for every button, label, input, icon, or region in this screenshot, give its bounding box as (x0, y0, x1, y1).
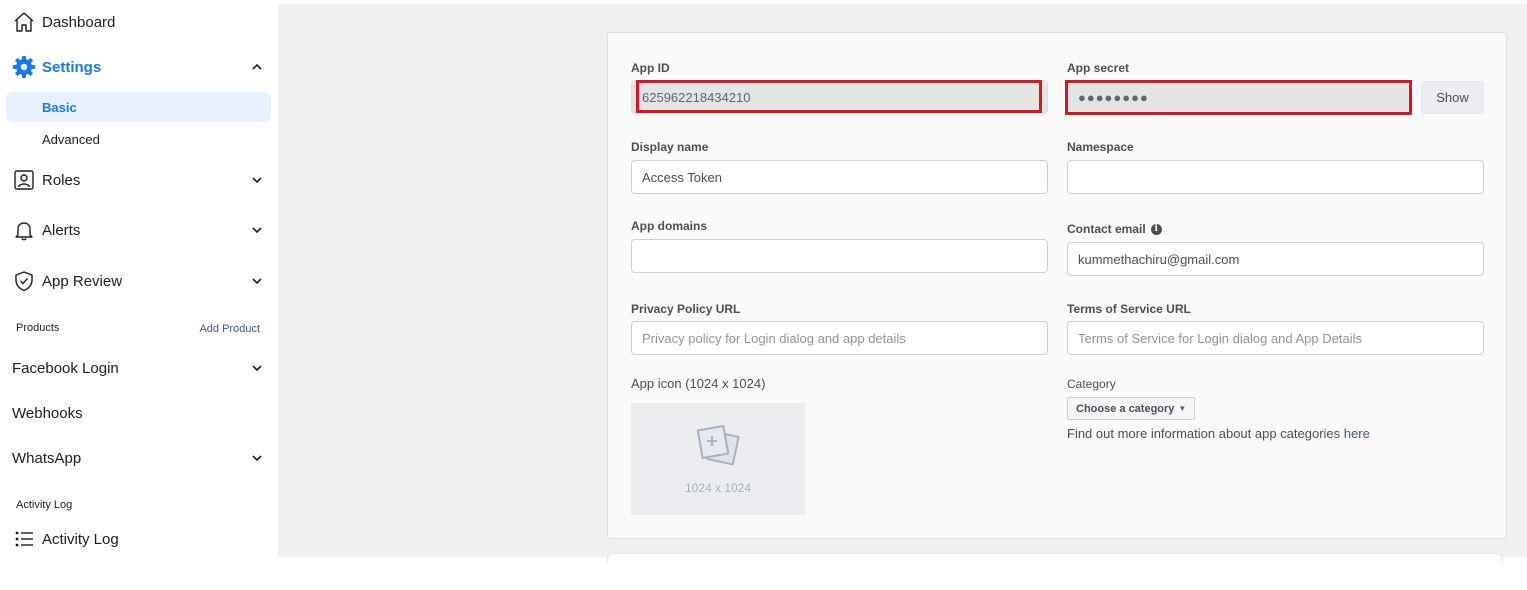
app-domains-field[interactable] (631, 239, 1048, 273)
chevron-down-icon[interactable] (250, 274, 264, 288)
category-help-link[interactable]: here (1344, 426, 1370, 441)
nav-app-review[interactable]: App Review (12, 265, 264, 297)
app-secret-label: App secret (1067, 61, 1130, 75)
app-icon-upload[interactable]: 1024 x 1024 (631, 403, 805, 515)
basic-settings-card: App ID 625962218434210 App secret ●●●●●●… (607, 32, 1507, 539)
contact-email-label-row: Contact email i (1067, 222, 1162, 236)
contact-email-label: Contact email (1067, 222, 1146, 236)
nav-whatsapp-label: WhatsApp (12, 449, 82, 467)
category-help-text: Find out more information about app cate… (1067, 426, 1344, 441)
display-name-field[interactable]: Access Token (631, 160, 1048, 194)
display-name-label: Display name (631, 140, 709, 154)
nav-webhooks-label: Webhooks (12, 404, 83, 422)
app-domains-label: App domains (631, 219, 708, 233)
app-icon-label: App icon (1024 x 1024) (631, 376, 766, 391)
nav-activity-log-label: Activity Log (42, 530, 119, 548)
show-secret-button[interactable]: Show (1421, 81, 1484, 114)
nav-alerts-label: Alerts (42, 221, 81, 239)
sidebar-item-advanced[interactable]: Advanced (6, 124, 271, 154)
gear-icon (12, 55, 36, 79)
next-section-card (607, 553, 1503, 563)
chevron-down-icon[interactable] (250, 451, 264, 465)
category-select-label: Choose a category (1076, 402, 1175, 415)
app-id-field[interactable]: 625962218434210 (631, 80, 1048, 114)
main-content: App ID 625962218434210 App secret ●●●●●●… (278, 4, 1527, 563)
chevron-down-icon[interactable] (250, 223, 264, 237)
add-product-link[interactable]: Add Product (199, 323, 260, 335)
app-icon-dimensions: 1024 x 1024 (684, 480, 752, 495)
shield-check-icon (12, 269, 36, 293)
chevron-down-icon[interactable] (250, 173, 264, 187)
caret-down-icon: ▼ (1178, 404, 1187, 413)
list-icon (12, 527, 36, 551)
category-select[interactable]: Choose a category ▼ (1067, 397, 1196, 420)
nav-app-review-label: App Review (42, 272, 123, 290)
nav-roles-label: Roles (42, 171, 81, 189)
info-icon[interactable]: i (1150, 223, 1162, 235)
nav-dashboard-label: Dashboard (42, 13, 116, 31)
roles-icon (12, 168, 36, 192)
add-photo-icon (692, 424, 744, 475)
nav-facebook-login[interactable]: Facebook Login (12, 352, 264, 384)
chevron-down-icon[interactable] (250, 361, 264, 375)
nav-facebook-login-label: Facebook Login (12, 359, 119, 377)
bell-icon (12, 218, 36, 242)
privacy-policy-field[interactable] (631, 321, 1048, 355)
category-help: Find out more information about app cate… (1067, 426, 1370, 441)
activity-section-label: Activity Log (16, 499, 73, 511)
namespace-field[interactable] (1067, 160, 1484, 194)
nav-activity-log[interactable]: Activity Log (12, 523, 264, 555)
nav-alerts[interactable]: Alerts (12, 214, 264, 246)
contact-email-field[interactable]: kummethachiru@gmail.com (1067, 242, 1484, 276)
sidebar: Dashboard Settings Basic Advanced Roles … (0, 0, 278, 590)
namespace-label: Namespace (1067, 140, 1134, 154)
home-icon (12, 10, 36, 34)
nav-settings-label: Settings (42, 58, 102, 76)
nav-webhooks[interactable]: Webhooks (12, 397, 264, 429)
app-secret-field[interactable]: ●●●●●●●● (1067, 80, 1410, 114)
nav-dashboard[interactable]: Dashboard (12, 6, 264, 38)
terms-of-service-label: Terms of Service URL (1067, 302, 1191, 316)
app-id-label: App ID (631, 61, 670, 75)
products-section-label: Products (16, 322, 60, 334)
nav-settings[interactable]: Settings (12, 51, 264, 83)
category-label: Category (1067, 377, 1116, 391)
privacy-policy-label: Privacy Policy URL (631, 302, 741, 316)
chevron-up-icon[interactable] (250, 60, 264, 74)
terms-of-service-field[interactable] (1067, 321, 1484, 355)
sidebar-item-basic[interactable]: Basic (6, 92, 271, 122)
nav-whatsapp[interactable]: WhatsApp (12, 442, 264, 474)
nav-roles[interactable]: Roles (12, 164, 264, 196)
